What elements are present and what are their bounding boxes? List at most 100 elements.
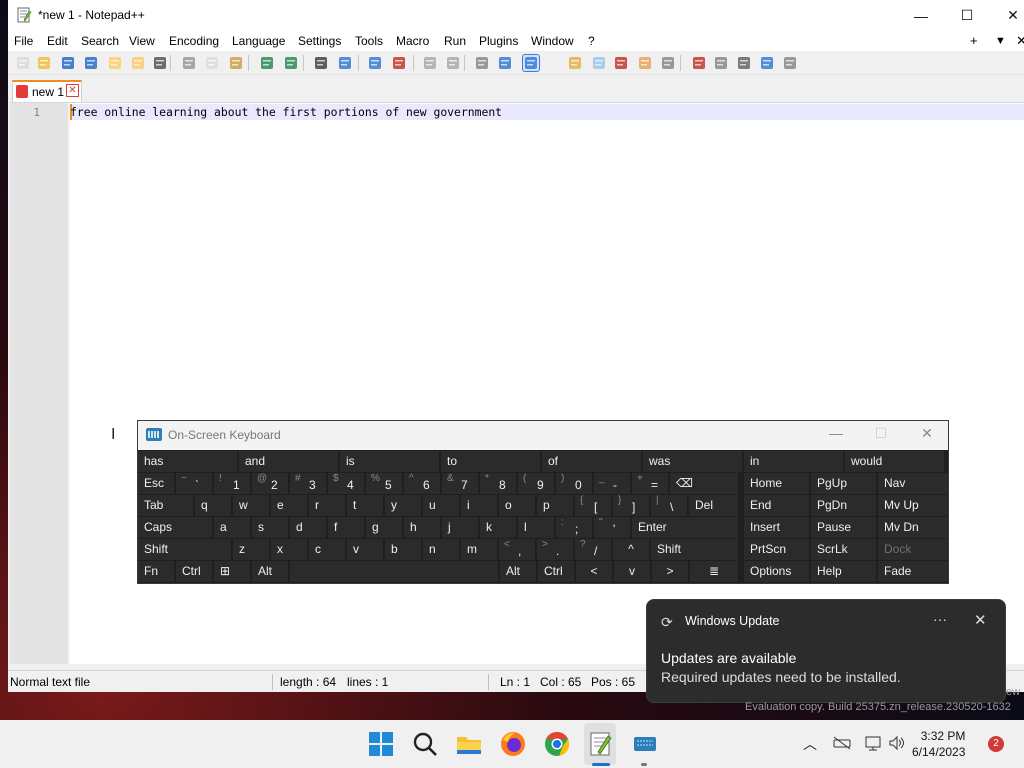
menu-file[interactable]: File: [14, 34, 33, 48]
tab-list-button[interactable]: ▼: [995, 35, 1006, 47]
osk-key[interactable]: h: [404, 517, 440, 538]
stop-macro-icon[interactable]: [713, 55, 729, 71]
chrome-icon[interactable]: [543, 730, 571, 758]
menu-tools[interactable]: Tools: [355, 34, 383, 48]
osk-key[interactable]: j: [442, 517, 478, 538]
cut-icon[interactable]: [181, 55, 197, 71]
osk-nav-key[interactable]: Insert: [744, 517, 809, 538]
windows-update-toast[interactable]: ⟳ Windows Update ··· ✕ Updates are avail…: [646, 599, 1006, 703]
osk-key[interactable]: ~ `: [176, 473, 212, 494]
osk-key[interactable]: e: [271, 495, 307, 516]
save-macro-icon[interactable]: [782, 55, 798, 71]
copy-icon[interactable]: [204, 55, 220, 71]
osk-key[interactable]: o: [499, 495, 535, 516]
toast-close-button[interactable]: ✕: [974, 611, 987, 629]
osk-key[interactable]: l: [518, 517, 554, 538]
osk-key[interactable]: #3: [290, 473, 326, 494]
osk-nav-key[interactable]: Mv Up: [878, 495, 948, 516]
editor-text[interactable]: free online learning about the first por…: [70, 105, 502, 119]
osk-key[interactable]: :;: [556, 517, 592, 538]
osk-key[interactable]: $4: [328, 473, 364, 494]
osk-key[interactable]: a: [214, 517, 250, 538]
close-icon[interactable]: [107, 55, 123, 71]
osk-key[interactable]: b: [385, 539, 421, 560]
menu-macro[interactable]: Macro: [396, 34, 429, 48]
menu-help[interactable]: ?: [588, 34, 595, 48]
osk-nav-key[interactable]: PgDn: [811, 495, 876, 516]
sync-vertical-icon[interactable]: [422, 55, 438, 71]
osk-nav-key[interactable]: Dock: [878, 539, 948, 560]
firefox-icon[interactable]: [499, 730, 527, 758]
volume-icon[interactable]: [888, 735, 906, 751]
osk-key[interactable]: p: [537, 495, 573, 516]
show-all-chars-icon[interactable]: [497, 55, 513, 71]
osk-close-button[interactable]: ✕: [912, 425, 942, 442]
redo-icon[interactable]: [283, 55, 299, 71]
osk-nav-key[interactable]: PgUp: [811, 473, 876, 494]
osk-key[interactable]: y: [385, 495, 421, 516]
title-bar[interactable]: *new 1 - Notepad++ — ☐ ✕: [8, 0, 1024, 31]
new-file-icon[interactable]: [15, 55, 31, 71]
osk-key[interactable]: * 8: [480, 473, 516, 494]
osk-key[interactable]: w: [233, 495, 269, 516]
chevron-up-icon[interactable]: ︿: [803, 734, 817, 754]
drive-icon[interactable]: [833, 736, 851, 750]
osk-nav-key[interactable]: Options: [744, 561, 809, 582]
minimize-button[interactable]: —: [898, 0, 944, 31]
osk-key-windows[interactable]: ⊞: [214, 561, 250, 582]
osk-nav-key[interactable]: ScrLk: [811, 539, 876, 560]
osk-nav-key[interactable]: Mv Dn: [878, 517, 948, 538]
menu-search[interactable]: Search: [81, 34, 119, 48]
play-macro-icon[interactable]: [736, 55, 752, 71]
word-wrap-icon[interactable]: [474, 55, 490, 71]
close-doc-button[interactable]: ✕: [1016, 33, 1024, 49]
osk-key-caps[interactable]: Caps: [138, 517, 212, 538]
osk-nav-key[interactable]: End: [744, 495, 809, 516]
osk-key[interactable]: v: [347, 539, 383, 560]
zoom-out-icon[interactable]: [391, 55, 407, 71]
osk-nav-key[interactable]: Help: [811, 561, 876, 582]
close-window-button[interactable]: ✕: [990, 0, 1024, 31]
osk-nav-key[interactable]: Pause: [811, 517, 876, 538]
osk-key-menu[interactable]: ≣: [690, 561, 738, 582]
osk-key[interactable]: _ -: [594, 473, 630, 494]
doc-map-icon[interactable]: [591, 55, 607, 71]
osk-key[interactable]: % 5: [366, 473, 402, 494]
osk-title-bar[interactable]: On-Screen Keyboard — ☐ ✕: [138, 421, 948, 450]
menu-run[interactable]: Run: [444, 34, 466, 48]
run-macro-multiple-icon[interactable]: [759, 55, 775, 71]
osk-nav-key[interactable]: PrtScn: [744, 539, 809, 560]
osk-key-tab[interactable]: Tab: [138, 495, 193, 516]
tab-new-1[interactable]: new 1 ✕: [12, 80, 82, 102]
menu-plugins[interactable]: Plugins: [479, 34, 518, 48]
osk-key-ctrl[interactable]: Ctrl: [176, 561, 212, 582]
menu-settings[interactable]: Settings: [298, 34, 341, 48]
osk-suggestion[interactable]: would: [845, 451, 944, 472]
osk-key-alt[interactable]: Alt: [252, 561, 288, 582]
osk-key-arrow-right[interactable]: >: [652, 561, 688, 582]
osk-key-fn[interactable]: Fn: [138, 561, 174, 582]
osk-key[interactable]: c: [309, 539, 345, 560]
osk-key[interactable]: d: [290, 517, 326, 538]
close-all-icon[interactable]: [130, 55, 146, 71]
osk-key[interactable]: " ': [594, 517, 630, 538]
osk-key-arrow-up[interactable]: ^: [613, 539, 649, 560]
osk-suggestion[interactable]: is: [340, 451, 439, 472]
notepadpp-taskbar-icon[interactable]: [586, 730, 614, 758]
osk-key[interactable]: <,: [499, 539, 535, 560]
menu-window[interactable]: Window: [531, 34, 574, 48]
osk-suggestion[interactable]: has: [138, 451, 237, 472]
osk-key-backspace[interactable]: ⌫: [670, 473, 738, 494]
record-macro-icon[interactable]: [691, 55, 707, 71]
osk-key[interactable]: m: [461, 539, 497, 560]
osk-nav-key[interactable]: Fade: [878, 561, 948, 582]
osk-key[interactable]: + =: [632, 473, 668, 494]
osk-key[interactable]: i: [461, 495, 497, 516]
osk-key[interactable]: s: [252, 517, 288, 538]
toast-more-button[interactable]: ···: [933, 611, 947, 627]
osk-key-ctrl[interactable]: Ctrl: [538, 561, 574, 582]
function-list-icon[interactable]: [613, 55, 629, 71]
osk-key[interactable]: ! 1: [214, 473, 250, 494]
maximize-button[interactable]: ☐: [944, 0, 990, 31]
osk-key-space[interactable]: [290, 561, 498, 582]
